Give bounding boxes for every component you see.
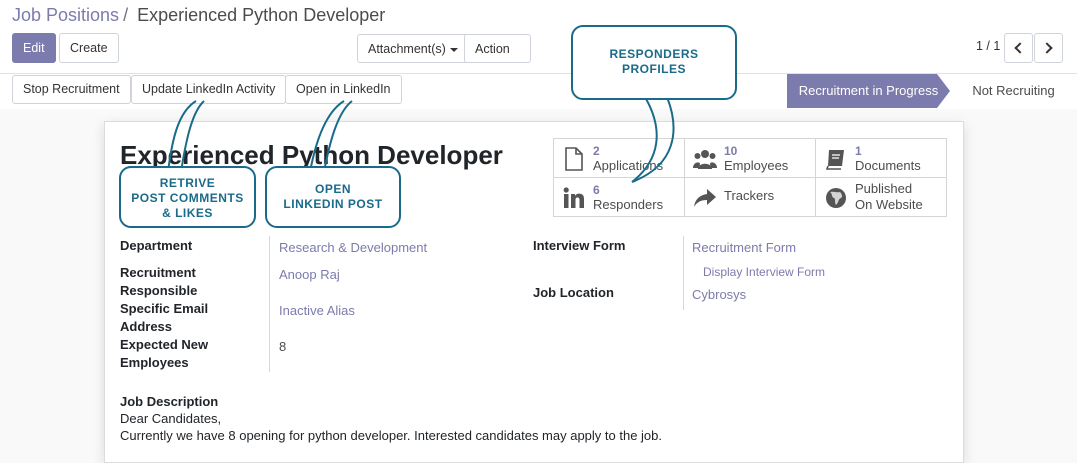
open-linkedin-post-callout: OPEN LINKEDIN POST	[265, 166, 401, 228]
retrive-post-comments-callout: RETRIVE POST COMMENTS & LIKES	[119, 166, 256, 228]
responders-callout-line1: RESPONDERS	[609, 47, 699, 61]
retrive-callout-line1: RETRIVE	[159, 176, 216, 190]
retrive-callout-line2: POST COMMENTS	[131, 191, 244, 205]
responders-profiles-callout: RESPONDERS PROFILES	[571, 25, 737, 100]
responders-callout-line2: PROFILES	[621, 62, 686, 76]
retrive-callout-line3: & LIKES	[162, 206, 213, 220]
open-callout-line2: LINKEDIN POST	[283, 197, 383, 211]
open-callout-line1: OPEN	[314, 182, 351, 196]
